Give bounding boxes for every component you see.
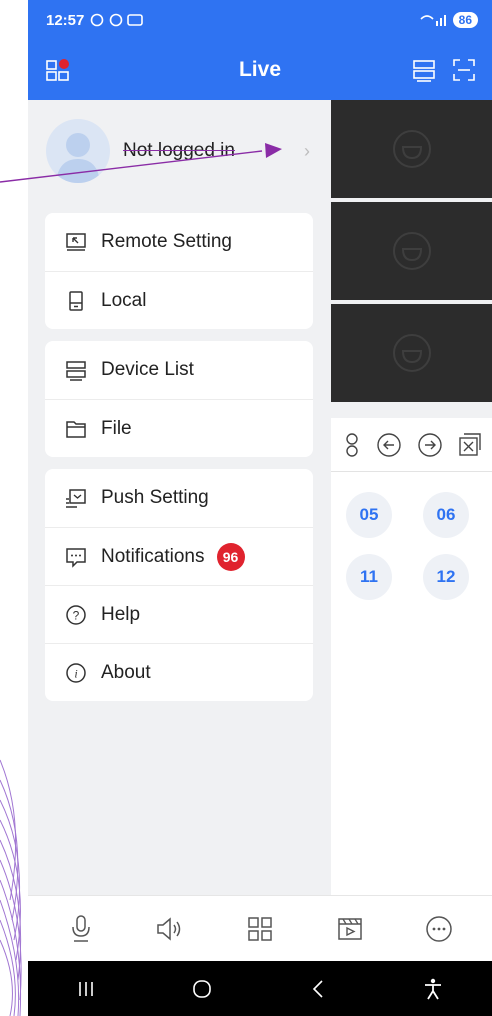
device-list-icon	[65, 359, 87, 381]
accessibility-icon[interactable]	[422, 977, 444, 1001]
next-arrow-icon[interactable]	[417, 432, 443, 458]
navigation-drawer: Not logged in › Remote Setting Local Dev…	[28, 100, 331, 895]
status-time: 12:57	[46, 11, 85, 29]
camera-tile[interactable]	[331, 304, 492, 402]
home-icon[interactable]	[191, 978, 213, 1000]
more-icon[interactable]	[421, 911, 457, 947]
recent-apps-icon[interactable]	[76, 979, 96, 999]
phone-screen: 12:57 86 Live 05 06 11 12 Not logged in …	[28, 0, 492, 1016]
channel-button[interactable]: 12	[423, 554, 469, 600]
playback-icon[interactable]	[332, 911, 368, 947]
help-icon: ?	[65, 604, 87, 626]
menu-group-settings: Remote Setting Local	[45, 213, 313, 329]
channel-button[interactable]: 06	[423, 492, 469, 538]
menu-item-label: Notifications	[101, 545, 205, 567]
channel-grid: 05 06 11 12	[331, 472, 492, 895]
menu-group-devices: Device List File	[45, 341, 313, 457]
device-menu-icon[interactable]	[46, 58, 72, 87]
camera-placeholder-icon	[392, 130, 431, 168]
menu-item-label: Device List	[101, 359, 194, 380]
menu-item-push-setting[interactable]: Push Setting	[45, 469, 313, 527]
menu-item-label: Help	[101, 603, 141, 625]
grid-layout-icon[interactable]	[242, 911, 278, 947]
menu-item-help[interactable]: ? Help	[45, 585, 313, 643]
camera-tile[interactable]	[331, 100, 492, 198]
user-avatar-icon	[56, 133, 100, 183]
svg-text:i: i	[74, 666, 77, 680]
camera-placeholder-icon	[392, 334, 431, 372]
back-icon[interactable]	[309, 978, 327, 1000]
menu-item-label: About	[101, 661, 151, 683]
battery-indicator: 86	[452, 12, 478, 28]
menu-item-local[interactable]: Local	[45, 271, 313, 329]
camera-tile[interactable]	[331, 202, 492, 300]
live-view-area: 05 06 11 12	[331, 100, 492, 895]
record-mode-icon[interactable]	[342, 432, 362, 458]
camera-placeholder-icon	[392, 232, 431, 270]
file-icon	[65, 418, 87, 440]
bottom-toolbar	[28, 895, 492, 961]
channel-button[interactable]: 05	[346, 492, 392, 538]
menu-item-label: Local	[101, 289, 147, 311]
fullscreen-icon[interactable]	[452, 58, 476, 82]
about-icon: i	[65, 662, 87, 684]
menu-item-file[interactable]: File	[45, 399, 313, 457]
status-bar: 12:57 86	[28, 0, 492, 40]
remote-setting-icon	[65, 231, 87, 253]
menu-item-remote-setting[interactable]: Remote Setting	[45, 213, 313, 271]
speaker-icon[interactable]	[152, 911, 188, 947]
profile-row[interactable]: Not logged in ›	[28, 100, 331, 200]
page-title: Live	[238, 58, 282, 81]
menu-item-about[interactable]: i About	[45, 643, 313, 701]
menu-group-general: Push Setting Notifications 96 ? Help i A…	[45, 469, 313, 701]
channel-button[interactable]: 11	[346, 554, 392, 600]
avatar	[46, 119, 110, 183]
push-setting-icon	[65, 487, 87, 509]
previous-arrow-icon[interactable]	[376, 432, 402, 458]
svg-text:?: ?	[73, 608, 80, 622]
menu-item-label: File	[101, 417, 132, 439]
menu-item-notifications[interactable]: Notifications 96	[45, 527, 313, 585]
local-icon	[65, 290, 87, 312]
device-list-header-icon[interactable]	[412, 58, 436, 82]
chevron-right-icon: ›	[304, 141, 310, 161]
app-bar: Live	[28, 40, 492, 100]
microphone-icon[interactable]	[63, 911, 99, 947]
notification-count-badge: 96	[216, 542, 245, 571]
notifications-icon	[65, 546, 87, 568]
menu-item-label: Remote Setting	[101, 231, 232, 252]
system-nav-bar	[28, 961, 492, 1016]
close-all-icon[interactable]	[457, 432, 481, 458]
menu-item-label: Push Setting	[101, 487, 209, 508]
menu-item-device-list[interactable]: Device List	[45, 341, 313, 399]
wifi-signal-icon	[420, 15, 446, 26]
live-control-row	[331, 418, 492, 472]
profile-name: Not logged in	[123, 140, 235, 161]
status-notification-icons	[91, 13, 144, 27]
